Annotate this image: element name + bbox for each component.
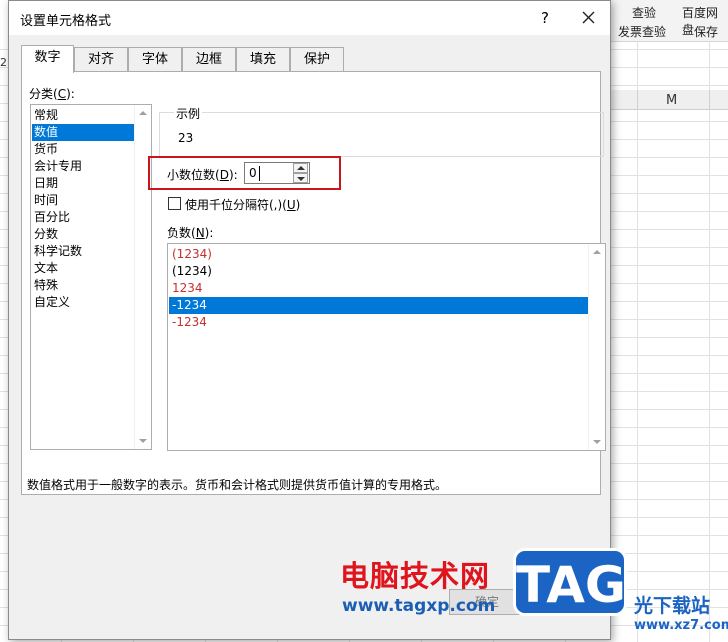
- tab-number[interactable]: 数字: [21, 45, 74, 73]
- watermark-tag-logo: TAG: [513, 548, 627, 616]
- scroll-up-icon[interactable]: [593, 250, 601, 254]
- column-divider: [637, 90, 638, 110]
- watermark-title: 电脑技术网: [340, 559, 491, 593]
- category-item[interactable]: 会计专用: [32, 158, 134, 175]
- negative-option-selected[interactable]: -1234: [169, 297, 588, 314]
- category-item[interactable]: 日期: [32, 175, 134, 192]
- dialog-title: 设置单元格格式: [20, 14, 112, 29]
- negative-scrollbar[interactable]: [588, 244, 605, 450]
- category-item[interactable]: 特殊: [32, 277, 134, 294]
- scroll-down-icon[interactable]: [593, 440, 601, 444]
- sample-group: 示例 23: [159, 105, 604, 157]
- category-item[interactable]: 百分比: [32, 209, 134, 226]
- category-item-selected[interactable]: 数值: [32, 124, 134, 141]
- negative-option[interactable]: -1234: [169, 314, 588, 331]
- format-description: 数值格式用于一般数字的表示。货币和会计格式则提供货币值计算的专用格式。: [27, 478, 448, 492]
- format-cells-dialog: 设置单元格格式 ? 数字 对齐 字体 边框 填充 保护 分类(C): 常规 数值…: [8, 0, 611, 640]
- category-item[interactable]: 货币: [32, 141, 134, 158]
- category-item[interactable]: 常规: [32, 107, 134, 124]
- save-button[interactable]: 保存: [694, 23, 718, 40]
- sample-value: 23: [178, 131, 194, 145]
- help-button[interactable]: ?: [537, 9, 553, 27]
- verify-button[interactable]: 查验: [632, 4, 656, 21]
- thousands-separator-checkbox[interactable]: [168, 197, 181, 210]
- tab-font[interactable]: 字体: [128, 47, 182, 72]
- invoice-verify-button[interactable]: 发票查验: [618, 23, 666, 40]
- negative-option[interactable]: 1234: [169, 280, 588, 297]
- sample-title: 示例: [174, 105, 203, 122]
- close-button[interactable]: [577, 7, 601, 29]
- category-item[interactable]: 分数: [32, 226, 134, 243]
- tab-border[interactable]: 边框: [182, 47, 236, 72]
- close-icon: [582, 11, 595, 24]
- ribbon-fragment: 查验 发票查验 百度网盘 保存: [610, 0, 728, 42]
- negative-option[interactable]: (1234): [169, 246, 588, 263]
- number-tab-panel: 分类(C): 常规 数值 货币 会计专用 日期 时间 百分比 分数 科学记数 文…: [21, 71, 606, 495]
- column-header-m[interactable]: M: [666, 93, 677, 108]
- category-item[interactable]: 文本: [32, 260, 134, 277]
- annotation-highlight-box: [148, 156, 341, 190]
- scroll-up-icon[interactable]: [139, 111, 147, 115]
- negative-numbers-list[interactable]: (1234) (1234) 1234 -1234 -1234: [167, 243, 606, 451]
- tab-alignment[interactable]: 对齐: [74, 47, 128, 72]
- watermark-site-name: 光下载站: [634, 595, 711, 617]
- column-divider: [709, 90, 710, 110]
- thousands-separator-label[interactable]: 使用千位分隔符(,)(U): [185, 196, 300, 213]
- category-item[interactable]: 科学记数: [32, 243, 134, 260]
- watermark-tag-text: TAG: [516, 556, 626, 614]
- negative-numbers-label: 负数(N):: [167, 226, 214, 240]
- tab-protection[interactable]: 保护: [290, 47, 344, 72]
- watermark-site-url: www.xz7.com: [634, 618, 728, 633]
- dialog-titlebar[interactable]: 设置单元格格式 ?: [9, 1, 610, 35]
- category-label: 分类(C):: [29, 87, 75, 101]
- category-item[interactable]: 时间: [32, 192, 134, 209]
- scroll-down-icon[interactable]: [139, 439, 147, 443]
- watermark-url: www.tagxp.com: [342, 596, 496, 616]
- category-item[interactable]: 自定义: [32, 294, 134, 311]
- negative-option[interactable]: (1234): [169, 263, 588, 280]
- category-list[interactable]: 常规 数值 货币 会计专用 日期 时间 百分比 分数 科学记数 文本 特殊 自定…: [30, 104, 152, 450]
- tab-fill[interactable]: 填充: [236, 47, 290, 72]
